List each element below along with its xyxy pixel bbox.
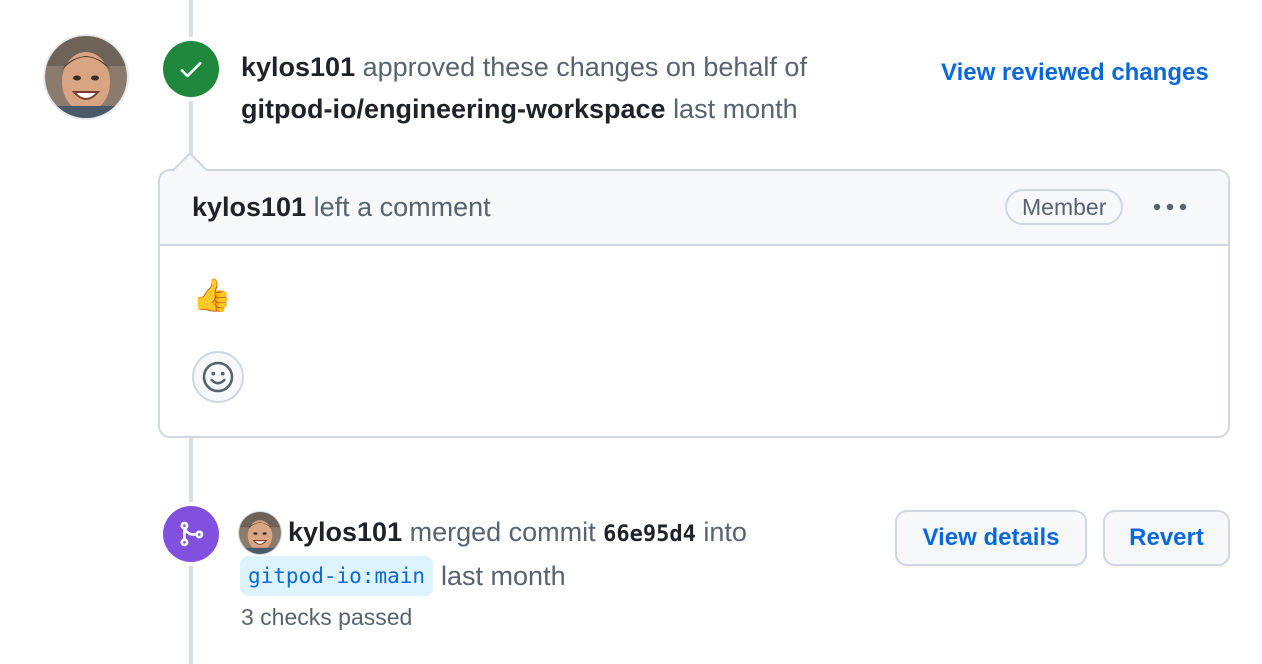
review-time[interactable]: last month xyxy=(673,94,798,124)
merger-avatar[interactable] xyxy=(239,512,281,554)
avatar-image xyxy=(239,512,281,554)
git-merge-icon xyxy=(180,521,204,547)
member-badge: Member xyxy=(1005,189,1124,225)
view-details-button[interactable]: View details xyxy=(895,510,1087,566)
review-summary: kylos101 approved these changes on behal… xyxy=(241,46,901,130)
checks-status[interactable]: 3 checks passed xyxy=(241,601,412,633)
comment-header: kylos101 left a comment Member xyxy=(160,171,1228,246)
commit-sha-link[interactable]: 66e95d4 xyxy=(603,522,696,547)
branch-ref[interactable]: gitpod-io:main xyxy=(240,556,434,596)
merge-action-text: merged commit xyxy=(409,517,596,547)
avatar[interactable] xyxy=(45,36,127,118)
comment-header-text: kylos101 left a comment xyxy=(192,189,491,225)
merger-link[interactable]: kylos101 xyxy=(288,517,402,547)
smiley-icon xyxy=(202,361,234,393)
review-team-link[interactable]: gitpod-io/engineering-workspace xyxy=(241,94,666,124)
comment-author-link[interactable]: kylos101 xyxy=(192,192,306,222)
kebab-horizontal-icon xyxy=(1153,203,1187,211)
comment-menu-button[interactable] xyxy=(1150,191,1190,223)
review-comment: kylos101 left a comment Member 👍 xyxy=(158,169,1230,438)
approved-badge xyxy=(163,41,219,97)
merge-into-text: into xyxy=(703,517,747,547)
pr-timeline: kylos101 approved these changes on behal… xyxy=(0,0,1262,664)
avatar-image xyxy=(45,36,127,118)
merge-summary: kylos101 merged commit 66e95d4 into xyxy=(288,512,888,555)
branch-separator: : xyxy=(361,564,375,588)
comment-action-text: left a comment xyxy=(313,192,491,222)
view-reviewed-changes-link[interactable]: View reviewed changes xyxy=(941,56,1209,90)
review-action-text: approved these changes on behalf of xyxy=(362,52,807,82)
comment-body: 👍 xyxy=(192,277,232,313)
merge-time[interactable]: last month xyxy=(441,556,566,596)
merged-badge xyxy=(163,506,219,562)
add-reaction-button[interactable] xyxy=(192,351,244,403)
review-author-link[interactable]: kylos101 xyxy=(241,52,355,82)
branch-owner: gitpod-io xyxy=(248,564,362,588)
revert-button[interactable]: Revert xyxy=(1103,510,1230,566)
merge-target: gitpod-io:main last month xyxy=(240,556,566,596)
check-icon xyxy=(180,62,202,78)
branch-name: main xyxy=(374,564,426,588)
